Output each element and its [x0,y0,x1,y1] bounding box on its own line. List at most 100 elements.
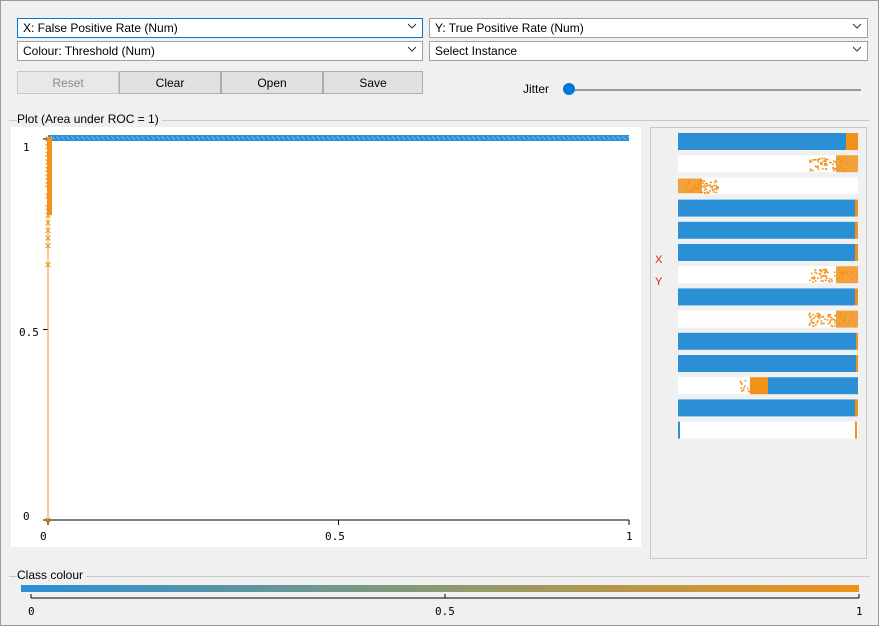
attribute-point [818,158,821,160]
save-button[interactable]: Save [323,71,423,94]
attribute-point [825,275,827,277]
attribute-bar-orange [678,178,702,194]
attribute-point [815,323,817,326]
attribute-point [811,272,813,275]
attribute-point [831,280,833,283]
attribute-point [821,157,823,160]
attribute-point [817,312,820,315]
attribute-point [832,167,835,169]
open-button[interactable]: Open [221,71,323,94]
x-axis-select[interactable]: X: False Positive Rate (Num) [17,18,423,38]
attribute-point [812,325,814,327]
attribute-point [702,186,704,188]
attribute-point [817,160,820,163]
attribute-bar-blue [678,355,856,372]
attribute-point [821,316,823,319]
attribute-point [713,191,715,193]
chevron-down-icon [853,46,861,52]
attribute-point [715,191,718,194]
attribute-strip [678,266,858,284]
attribute-bar-orange [855,399,858,417]
y-axis-select[interactable]: Y: True Positive Rate (Num) [429,18,868,38]
attribute-point [827,271,829,274]
attribute-point [828,315,831,318]
x-tick-label: 0 [40,530,47,543]
attribute-point [714,179,717,182]
attribute-point [825,277,828,279]
attribute-point [702,182,704,184]
attribute-bar-orange [836,310,858,328]
class-colour-group-border [9,576,870,577]
attribute-point [829,313,832,316]
attribute-point [830,316,833,319]
attribute-bar-blue [678,421,680,439]
attribute-point [709,185,712,188]
attribute-point [706,183,709,185]
attribute-point [810,160,813,163]
attribute-point [824,279,827,282]
attribute-point [703,189,706,191]
attribute-point [709,190,711,192]
jitter-slider-track[interactable] [567,89,861,91]
attribute-point [809,168,812,170]
roc-plot: 1 0.5 0 0 0.5 1 [11,127,641,547]
attribute-point [832,160,835,162]
attribute-point [830,319,832,321]
attribute-strip [678,155,858,173]
attribute-point [814,269,817,271]
attribute-point [823,164,826,167]
attribute-bar-orange [750,377,768,395]
attribute-bar-orange [846,133,858,150]
attribute-point [811,317,814,320]
attribute-point [812,313,814,316]
attribute-point [824,318,826,320]
attribute-point [709,184,712,187]
colour-select-value: Colour: Threshold (Num) [23,44,155,58]
colour-select[interactable]: Colour: Threshold (Num) [17,41,423,61]
class-colour-tick-label: 0.5 [435,605,455,618]
jitter-slider-thumb[interactable] [563,83,575,95]
reset-button[interactable]: Reset [17,71,119,94]
attribute-point [809,316,811,319]
attribute-point [809,161,811,164]
attribute-point [821,268,824,271]
attribute-point [744,379,747,382]
clear-button[interactable]: Clear [119,71,221,94]
attribute-point [819,273,821,276]
attribute-point [746,387,749,390]
attribute-point [824,162,826,165]
attribute-point [832,169,835,172]
attribute-bar-orange [836,266,858,284]
attribute-point [811,169,814,172]
attribute-point [820,163,822,165]
attribute-point [703,180,706,182]
attribute-point [808,314,810,316]
attribute-bar-orange [855,199,858,217]
class-colour-tick-label: 1 [856,605,863,618]
attribute-panel[interactable]: X Y [650,127,867,559]
attribute-point [717,187,719,189]
attribute-bars[interactable]: X Y [651,128,866,558]
instance-select[interactable]: Select Instance [429,41,868,61]
attribute-point [814,315,817,317]
attribute-bar-orange [856,332,858,350]
attribute-point [701,179,704,182]
attribute-point [814,271,816,274]
attribute-point [703,184,706,186]
attribute-point [740,383,743,385]
attribute-point [705,185,707,187]
attribute-bar-blue [678,288,855,306]
attribute-point [809,159,811,162]
attribute-point [822,315,825,318]
attribute-point [820,280,823,282]
attribute-point [824,160,826,162]
attribute-bar-blue [678,244,855,261]
attribute-bar-blue [678,221,855,239]
x-axis-select-value: X: False Positive Rate (Num) [23,21,178,35]
attribute-point [828,277,831,280]
attribute-point [817,168,820,171]
attribute-point [824,168,827,171]
attribute-bar-blue [768,377,858,395]
attribute-point [833,274,836,277]
plot-marks [45,135,631,523]
